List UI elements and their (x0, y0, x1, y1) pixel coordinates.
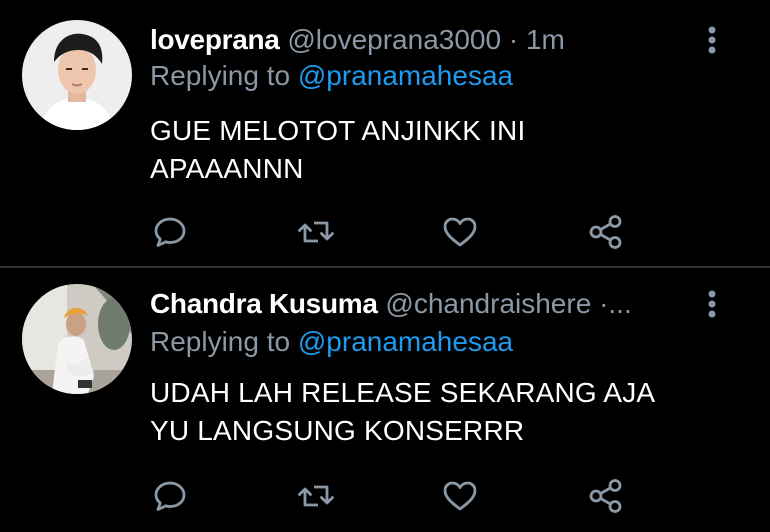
tweet[interactable]: loveprana @loveprana3000 · 1m Replying t… (0, 0, 770, 266)
replying-to-label: Replying to (150, 60, 291, 91)
tweet-text: UDAH LAH RELEASE SEKARANG AJA YU LANGSUN… (150, 374, 730, 450)
retweet-icon[interactable] (296, 476, 336, 516)
separator-dot: ·... (599, 288, 632, 319)
timestamp[interactable]: 1m (526, 24, 565, 55)
display-name[interactable]: Chandra Kusuma (150, 288, 378, 319)
action-bar (150, 476, 650, 516)
tweet-header: Chandra Kusuma @chandraishere ·... (150, 286, 690, 322)
tweet-text-line: APAAANNN (150, 153, 304, 184)
replying-to: Replying to @pranamahesaa (150, 58, 513, 94)
reply-icon[interactable] (150, 212, 190, 252)
tweet[interactable]: Chandra Kusuma @chandraishere ·... Reply… (0, 268, 770, 532)
reply-icon[interactable] (150, 476, 190, 516)
separator-dot: · (508, 24, 519, 55)
heart-icon[interactable] (440, 212, 480, 252)
user-handle[interactable]: @loveprana3000 (287, 24, 501, 55)
tweet-text-line: YU LANGSUNG KONSERRR (150, 415, 525, 446)
tweet-header: loveprana @loveprana3000 · 1m (150, 22, 690, 58)
mention-link[interactable]: @pranamahesaa (298, 326, 513, 357)
avatar[interactable] (22, 20, 132, 130)
share-icon[interactable] (586, 212, 626, 252)
tweet-text-line: GUE MELOTOT ANJINKK INI (150, 115, 526, 146)
mention-link[interactable]: @pranamahesaa (298, 60, 513, 91)
replying-to-label: Replying to (150, 326, 291, 357)
retweet-icon[interactable] (296, 212, 336, 252)
replying-to: Replying to @pranamahesaa (150, 324, 513, 360)
share-icon[interactable] (586, 476, 626, 516)
tweet-text-line: UDAH LAH RELEASE SEKARANG AJA (150, 377, 656, 408)
avatar[interactable] (22, 284, 132, 394)
user-handle[interactable]: @chandraishere (385, 288, 591, 319)
action-bar (150, 212, 650, 252)
tweet-text: GUE MELOTOT ANJINKK INI APAAANNN (150, 112, 730, 188)
heart-icon[interactable] (440, 476, 480, 516)
more-vertical-icon[interactable] (700, 288, 724, 320)
display-name[interactable]: loveprana (150, 24, 280, 55)
more-vertical-icon[interactable] (700, 24, 724, 56)
